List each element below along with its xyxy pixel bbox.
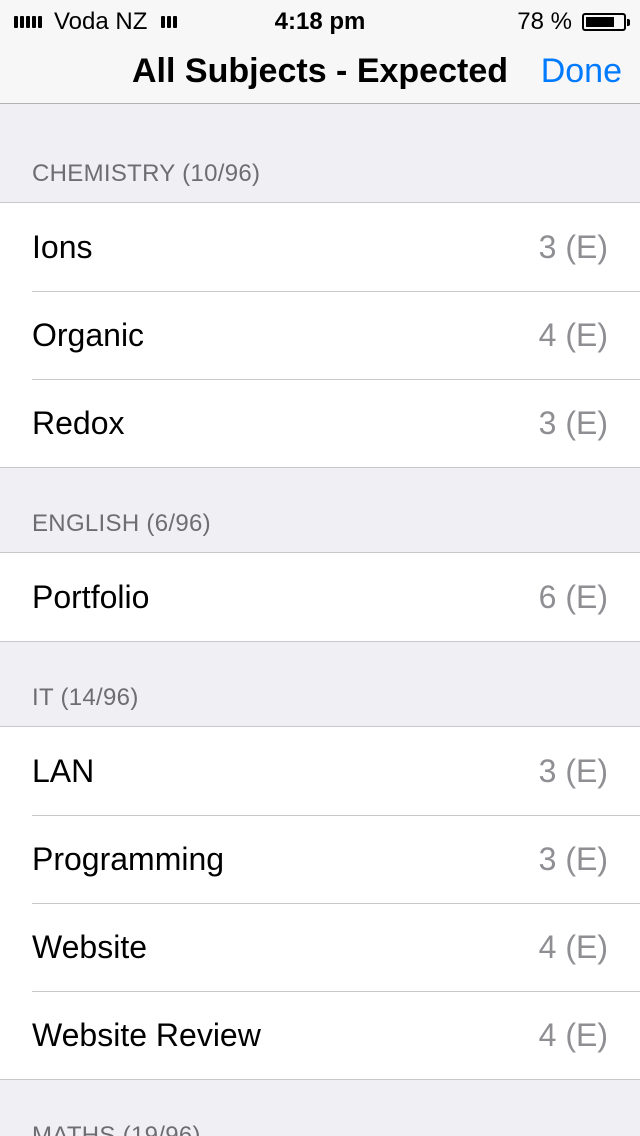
subject-row[interactable]: Website Review 4 (E) bbox=[0, 991, 640, 1079]
subjects-table[interactable]: CHEMISTRY (10/96) Ions 3 (E) Organic 4 (E) Re… bbox=[0, 105, 640, 1136]
subject-label: Redox bbox=[32, 404, 125, 441]
subject-label: Website Review bbox=[32, 1016, 261, 1053]
subject-value: 4 (E) bbox=[538, 928, 608, 965]
battery-fill bbox=[586, 17, 615, 27]
subject-value: 3 (E) bbox=[538, 752, 608, 789]
subject-value: 3 (E) bbox=[538, 840, 608, 877]
section-header: CHEMISTRY (10/96) bbox=[0, 105, 640, 203]
done-button[interactable]: Done bbox=[541, 52, 622, 91]
subject-label: LAN bbox=[32, 752, 95, 789]
status-right: 78 % bbox=[517, 8, 630, 36]
subject-label: Programming bbox=[32, 840, 225, 877]
battery-percentage: 78 % bbox=[517, 8, 572, 35]
battery-icon bbox=[582, 13, 630, 31]
subject-label: Organic bbox=[32, 316, 145, 353]
subject-label: Ions bbox=[32, 228, 93, 265]
status-bar: Voda NZ 4:18 pm 78 % bbox=[0, 0, 640, 40]
subject-row[interactable]: Organic 4 (E) bbox=[0, 291, 640, 379]
subject-label: Website bbox=[32, 928, 148, 965]
section-rows: Ions 3 (E) Organic 4 (E) Redox 3 (E) bbox=[0, 203, 640, 468]
subject-row[interactable]: Portfolio 6 (E) bbox=[0, 553, 640, 641]
screen: Voda NZ 4:18 pm 78 % All Subjects - Expe… bbox=[0, 0, 640, 1136]
section-rows: LAN 3 (E) Programming 3 (E) Website 4 (E) Webs… bbox=[0, 727, 640, 1080]
subject-row[interactable]: Ions 3 (E) bbox=[0, 203, 640, 291]
subject-row[interactable]: Programming 3 (E) bbox=[0, 815, 640, 903]
subject-row[interactable]: Redox 3 (E) bbox=[0, 379, 640, 467]
subject-row[interactable]: LAN 3 (E) bbox=[0, 727, 640, 815]
subject-value: 3 (E) bbox=[538, 404, 608, 441]
section-rows: Portfolio 6 (E) bbox=[0, 553, 640, 642]
subject-value: 3 (E) bbox=[538, 228, 608, 265]
subject-label: Portfolio bbox=[32, 578, 150, 615]
section-header: IT (14/96) bbox=[0, 642, 640, 727]
subject-value: 4 (E) bbox=[538, 316, 608, 353]
subject-value: 4 (E) bbox=[538, 1016, 608, 1053]
subject-row[interactable]: Website 4 (E) bbox=[0, 903, 640, 991]
subject-value: 6 (E) bbox=[538, 578, 608, 615]
navigation-bar: All Subjects - Expected Done bbox=[0, 40, 640, 104]
section-header: MATHS (19/96) bbox=[0, 1080, 640, 1136]
section-header: ENGLISH (6/96) bbox=[0, 468, 640, 553]
